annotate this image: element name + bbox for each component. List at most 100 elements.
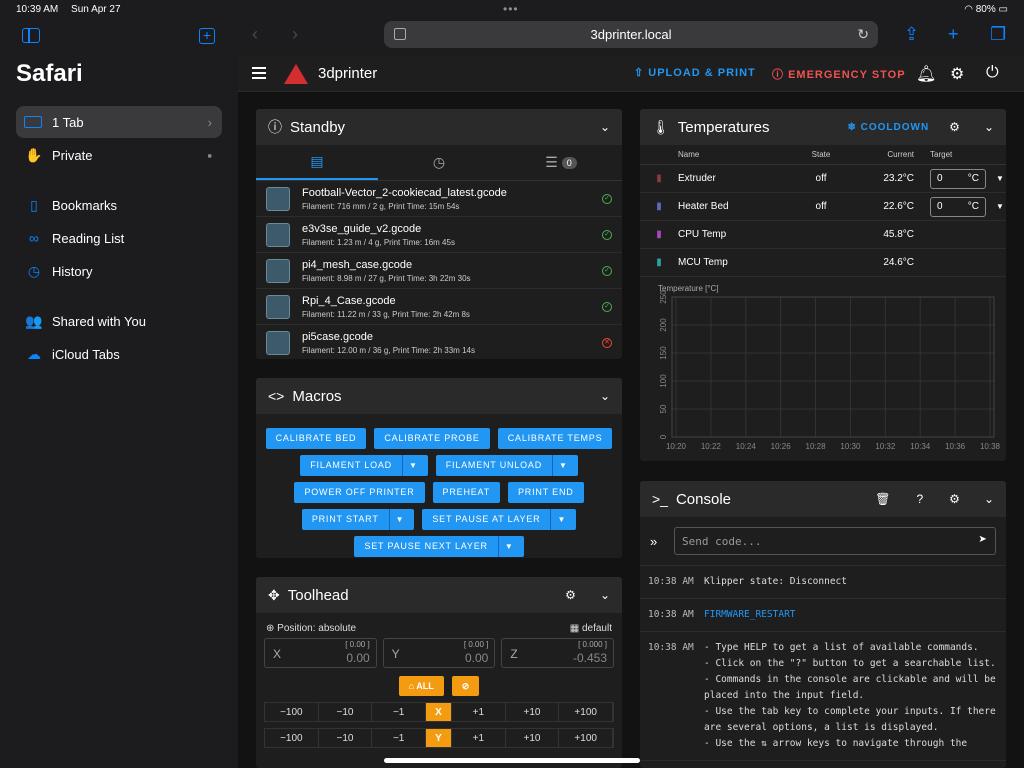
- share-icon[interactable]: ⇪: [904, 24, 919, 45]
- jog-button[interactable]: +1: [452, 729, 506, 747]
- console-log-row[interactable]: 10:38 AM FIRMWARE_RESTART: [640, 599, 1006, 632]
- new-tab-group-icon[interactable]: +: [199, 28, 215, 44]
- axis-position-field[interactable]: X [ 0.00 ] 0.00: [264, 638, 377, 668]
- macro-button[interactable]: PRINT END: [508, 482, 584, 503]
- macro-button[interactable]: FILAMENT UNLOAD ▼: [435, 455, 578, 476]
- file-row[interactable]: e3v3se_guide_v2.gcode Filament: 1.23 m /…: [256, 217, 622, 253]
- trash-icon[interactable]: 🗑︎: [875, 492, 890, 506]
- temperatures-header[interactable]: 🌡︎ Temperatures ❄ COOLDOWN ⚙ ⌄: [640, 109, 1006, 145]
- file-row[interactable]: Football-Vector_2-cookiecad_latest.gcode…: [256, 181, 622, 217]
- caret-down-icon[interactable]: ▼: [552, 455, 568, 476]
- macros-header[interactable]: <> Macros ⌄: [256, 378, 622, 414]
- jog-button[interactable]: +100: [559, 729, 614, 747]
- caret-down-icon[interactable]: ▼: [497, 536, 514, 557]
- macro-button[interactable]: SET PAUSE NEXT LAYER ▼: [354, 536, 524, 557]
- axis-position-field[interactable]: Y [ 0.00 ] 0.00: [382, 638, 496, 668]
- macro-button[interactable]: SET PAUSE AT LAYER ▼: [422, 509, 577, 530]
- macro-button[interactable]: POWER OFF PRINTER: [294, 482, 425, 503]
- tab-history[interactable]: ◷: [378, 145, 500, 180]
- chevron-down-icon[interactable]: ⌄: [984, 492, 994, 506]
- multitasking-dots-icon[interactable]: •••: [503, 2, 519, 16]
- tab-queue[interactable]: ☰ 0: [500, 145, 622, 180]
- chevron-down-icon[interactable]: ⌄: [600, 588, 610, 602]
- jog-button[interactable]: +1: [452, 703, 506, 721]
- caret-down-icon[interactable]: ▼: [996, 202, 1004, 211]
- sidebar-item-label: 1 Tab: [52, 114, 84, 130]
- sidebar-item-icloud-tabs[interactable]: ☁ iCloud Tabs: [16, 338, 222, 370]
- emergency-stop-button[interactable]: ⓘ EMERGENCY STOP: [772, 66, 906, 82]
- upload-print-button[interactable]: ⇧ UPLOAD & PRINT: [634, 66, 756, 79]
- file-row[interactable]: pi4_mesh_case.gcode Filament: 8.98 m / 2…: [256, 253, 622, 289]
- sidebar-item-reading-list[interactable]: ∞ Reading List: [16, 222, 222, 254]
- axis-position-field[interactable]: Z [ 0.000 ] -0.453: [501, 638, 615, 668]
- macro-button[interactable]: CALIBRATE BED: [265, 428, 367, 449]
- home-all-button[interactable]: ⌂ ALL: [398, 676, 444, 696]
- position-mode[interactable]: ⊕ Position: absolute: [266, 623, 356, 634]
- sidebar-item-private[interactable]: ✋ Private ▪: [16, 139, 222, 171]
- jog-button[interactable]: +10: [506, 703, 560, 721]
- send-code-input[interactable]: Send code... ➤: [674, 527, 996, 555]
- log-command[interactable]: FIRMWARE_RESTART: [704, 607, 796, 623]
- toolhead-header[interactable]: ✥ Toolhead ⚙ ⌄: [256, 577, 622, 613]
- console-settings-icon[interactable]: ⚙: [949, 492, 960, 506]
- address-bar[interactable]: 3dprinter.local ↻: [384, 21, 878, 48]
- sidebar-toggle-icon[interactable]: [22, 28, 40, 43]
- toolhead-settings-icon[interactable]: ⚙: [565, 588, 576, 602]
- jog-button[interactable]: −1: [372, 703, 427, 721]
- sidebar-item-shared[interactable]: 👥 Shared with You: [16, 305, 222, 337]
- sidebar-item-bookmarks[interactable]: ▯ Bookmarks: [16, 189, 222, 221]
- jog-button[interactable]: −100: [265, 703, 319, 721]
- jog-button[interactable]: +100: [559, 703, 614, 721]
- chevron-down-icon[interactable]: ⌄: [984, 120, 994, 134]
- file-row[interactable]: pi5case.gcode Filament: 12.00 m / 36 g, …: [256, 325, 622, 359]
- jog-button[interactable]: +10: [506, 729, 560, 747]
- macro-button[interactable]: PREHEAT: [432, 482, 500, 503]
- reload-icon[interactable]: ↻: [857, 21, 869, 48]
- console-header[interactable]: >_ Console 🗑︎ ? ⚙ ⌄: [640, 481, 1006, 517]
- forward-icon[interactable]: ›: [292, 24, 298, 45]
- jog-button[interactable]: −1: [372, 729, 427, 747]
- caret-down-icon[interactable]: ▼: [401, 455, 418, 476]
- chevron-down-icon[interactable]: ⌄: [600, 120, 610, 134]
- jog-button[interactable]: −100: [265, 729, 319, 747]
- target-input[interactable]: 0 °C: [930, 168, 986, 189]
- caret-down-icon[interactable]: ▼: [550, 509, 566, 530]
- file-row[interactable]: Rpi_4_Case.gcode Filament: 11.22 m / 33 …: [256, 289, 622, 325]
- page-menu-icon[interactable]: [394, 28, 406, 40]
- menu-icon[interactable]: [252, 67, 266, 79]
- standby-header[interactable]: ⓘ Standby ⌄: [256, 109, 622, 145]
- console-log-row[interactable]: 10:38 AM - Type HELP to get a list of ava…: [640, 632, 1006, 761]
- help-icon[interactable]: ?: [916, 492, 923, 506]
- preset-selector[interactable]: ▦ default: [570, 623, 612, 634]
- macro-button[interactable]: CALIBRATE TEMPS: [497, 428, 613, 449]
- back-icon[interactable]: ‹: [252, 24, 258, 45]
- motors-off-button[interactable]: ⊘: [451, 676, 480, 696]
- chevron-down-icon[interactable]: ⌄: [600, 389, 610, 403]
- jog-button[interactable]: −10: [319, 703, 373, 721]
- sidebar-item-history[interactable]: ◷ History: [16, 255, 222, 287]
- error-circle-icon: ✕: [602, 337, 612, 348]
- target-input[interactable]: 0 °C: [930, 196, 986, 217]
- bell-icon[interactable]: 🔔︎: [916, 64, 936, 84]
- jog-button[interactable]: −10: [319, 729, 373, 747]
- cooldown-button[interactable]: ❄ COOLDOWN: [847, 122, 929, 133]
- sensor-icon: ▮: [656, 257, 662, 268]
- caret-down-icon[interactable]: ▼: [388, 509, 405, 530]
- tabs-overview-icon[interactable]: ❐: [990, 24, 1006, 45]
- tab-files[interactable]: ▤: [256, 145, 378, 180]
- bookmark-icon: ▯: [30, 196, 38, 213]
- power-icon[interactable]: ⏻: [986, 64, 999, 82]
- settings-icon[interactable]: ⚙: [950, 64, 964, 84]
- macro-button[interactable]: CALIBRATE PROBE: [374, 428, 490, 449]
- temps-settings-icon[interactable]: ⚙: [949, 120, 960, 134]
- macro-button[interactable]: PRINT START ▼: [301, 509, 415, 530]
- caret-down-icon[interactable]: ▼: [996, 174, 1004, 183]
- toolhead-title: Toolhead: [287, 586, 349, 604]
- upload-icon: ⇧: [634, 67, 649, 79]
- sidebar-item-tabs[interactable]: 1 Tab ›: [16, 106, 222, 138]
- console-log-row[interactable]: 10:38 AM Klipper state: Disconnect: [640, 566, 1006, 599]
- send-icon[interactable]: ➤: [979, 532, 987, 548]
- new-tab-icon[interactable]: +: [948, 24, 959, 45]
- macro-button[interactable]: FILAMENT LOAD ▼: [300, 455, 428, 476]
- glasses-icon: ∞: [29, 230, 39, 246]
